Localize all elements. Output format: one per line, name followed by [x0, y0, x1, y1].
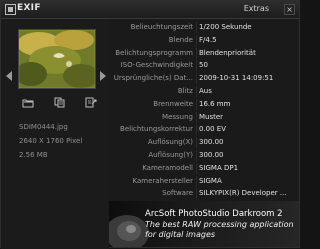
exif-value: 16.6 mm [199, 99, 231, 108]
exif-label: Blende [168, 35, 193, 44]
exif-value: 50 [199, 61, 208, 70]
open-folder-icon[interactable] [22, 97, 34, 108]
column-divider [196, 73, 197, 85]
window-title: EXIF [17, 3, 41, 13]
column-divider [196, 111, 197, 123]
column-divider [196, 137, 197, 149]
exif-value: 0.00 EV [199, 125, 227, 134]
exif-value: SIGMA [199, 176, 222, 185]
banner-tagline-2: for digital images [145, 230, 216, 239]
column-divider [196, 47, 197, 59]
exif-row: Auflösung(X) 300.00 [109, 137, 299, 149]
exif-label: Belichtungskorrektur [120, 125, 193, 134]
file-size: 2.56 MB [19, 151, 48, 159]
title-bar[interactable]: EXIF Extras × [1, 1, 299, 19]
extras-menu[interactable]: Extras [244, 4, 269, 13]
app-logo-icon [5, 4, 16, 15]
copy-icon[interactable] [54, 97, 66, 108]
ad-banner[interactable]: ArcSoft PhotoStudio Darkroom 2 The best … [109, 201, 299, 247]
exif-label: Belieuchtungszeit [130, 23, 193, 31]
exif-label: Kamerahersteller [132, 176, 193, 185]
exif-row: Kamerahersteller SIGMA [109, 175, 299, 187]
column-divider [196, 150, 197, 161]
exif-value: Aus [199, 87, 212, 95]
exif-label: Auflösung(Y) [148, 151, 193, 159]
exif-value: Blendenpriorität [199, 48, 256, 57]
exif-value: 1/200 Sekunde [199, 23, 252, 31]
column-divider [196, 188, 197, 200]
banner-product-name: ArcSoft PhotoStudio Darkroom 2 [145, 209, 283, 219]
exif-row: Belichtungskorrektur 0.00 EV [109, 124, 299, 136]
exif-row: Belieuchtungszeit 1/200 Sekunde [109, 22, 299, 33]
exif-row: ISO-Geschwindigkeit 50 [109, 60, 299, 72]
banner-tagline-1: The best RAW processing application [145, 220, 294, 229]
exif-row: Belichtungsprogramm Blendenpriorität [109, 47, 299, 59]
exif-label: Ursprüngliche(s) Dat... [113, 74, 193, 83]
previous-image-icon[interactable] [6, 71, 12, 81]
exif-label: Messung [162, 112, 193, 121]
file-name: SDIM0444.jpg [19, 123, 68, 131]
thumbnail-image [19, 30, 95, 88]
exif-row: Messung Muster [109, 111, 299, 123]
column-divider [196, 162, 197, 174]
close-button[interactable]: × [284, 4, 295, 15]
exif-row: Brennweite 16.6 mm [109, 98, 299, 110]
column-divider [196, 60, 197, 72]
next-image-icon[interactable] [100, 71, 106, 81]
exif-label: Auflösung(X) [147, 138, 193, 147]
exif-row: Ursprüngliche(s) Dat... 2009-10-31 14:09:… [109, 73, 299, 85]
exif-label: Brennweite [153, 99, 193, 108]
exif-value: 2009-10-31 14:09:51 [199, 74, 274, 83]
exif-label: Blitz [177, 87, 193, 95]
exif-row: Blende F/4.5 [109, 34, 299, 46]
export-icon[interactable] [85, 97, 97, 108]
exif-row: Software SILKYPIX(R) Developer ... [109, 188, 299, 200]
exif-label: Kameramodell [142, 163, 193, 172]
exif-window: EXIF Extras × SDIM0444.jpg 2640 X 1760 P… [0, 0, 300, 249]
banner-graphic-icon [109, 215, 149, 247]
exif-value: SIGMA DP1 [199, 163, 239, 172]
column-divider [196, 98, 197, 110]
exif-label: Software [162, 189, 193, 198]
column-divider [196, 175, 197, 187]
exif-value: 300.00 [199, 138, 224, 147]
preview-pane: SDIM0444.jpg 2640 X 1760 Pixel 2.56 MB [1, 19, 109, 249]
exif-value: Muster [199, 112, 224, 121]
exif-table: Belieuchtungszeit 1/200 Sekunde Blende F/4.… [109, 19, 299, 217]
exif-value: F/4.5 [199, 35, 217, 44]
exif-label: ISO-Geschwindigkeit [120, 61, 193, 70]
column-divider [196, 22, 197, 33]
image-thumbnail [18, 29, 96, 89]
column-divider [196, 34, 197, 46]
exif-label: Belichtungsprogramm [115, 48, 193, 57]
exif-value: SILKYPIX(R) Developer ... [199, 189, 287, 198]
column-divider [196, 124, 197, 136]
exif-value: 300.00 [199, 151, 224, 159]
exif-row: Auflösung(Y) 300.00 [109, 150, 299, 161]
image-dimensions: 2640 X 1760 Pixel [19, 137, 83, 145]
column-divider [196, 86, 197, 97]
exif-row: Kameramodell SIGMA DP1 [109, 162, 299, 174]
exif-row: Blitz Aus [109, 86, 299, 97]
